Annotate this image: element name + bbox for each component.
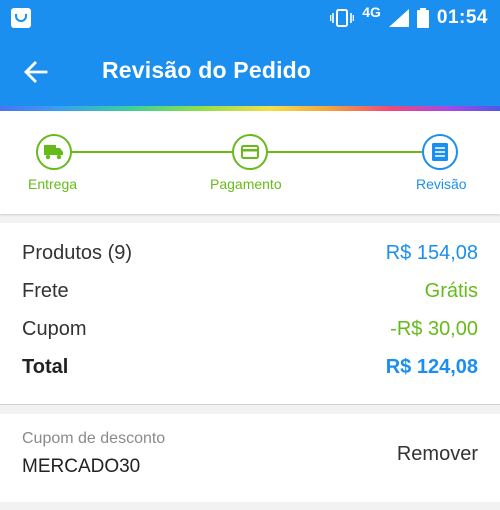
- step-label-entrega: Entrega: [28, 176, 78, 192]
- summary-value: R$ 154,08: [385, 241, 478, 264]
- app-bar: Revisão do Pedido: [0, 36, 500, 106]
- step-entrega[interactable]: [36, 134, 72, 170]
- summary-label: Frete: [22, 279, 69, 302]
- truck-icon: [44, 145, 63, 160]
- summary-value: Grátis: [424, 279, 478, 302]
- shopping-bag-icon: [11, 8, 31, 28]
- order-summary: Produtos (9) R$ 154,08 Frete Grátis Cupo…: [0, 223, 500, 405]
- remove-coupon-button[interactable]: Remover: [397, 443, 478, 466]
- status-time: 01:54: [436, 7, 488, 28]
- summary-row-cupom: Cupom -R$ 30,00: [22, 314, 478, 344]
- arrow-left-icon: [24, 61, 48, 83]
- status-bar: 4G 01:54: [0, 0, 500, 36]
- step-label-pagamento: Pagamento: [210, 176, 282, 192]
- checkout-stepper: Entrega Pagamento Revisão: [0, 111, 500, 214]
- summary-value: R$ 124,08: [385, 355, 478, 378]
- battery-icon: [416, 8, 429, 28]
- back-button[interactable]: [18, 54, 54, 90]
- summary-label: Produtos (9): [22, 241, 133, 264]
- list-icon: [432, 143, 448, 161]
- coupon-code: MERCADO30: [22, 456, 141, 477]
- summary-row-frete: Frete Grátis: [22, 276, 478, 306]
- step-revisao[interactable]: [422, 134, 458, 170]
- step-connector: [72, 151, 232, 153]
- network-type: 4G: [362, 4, 381, 20]
- summary-row-produtos: Produtos (9) R$ 154,08: [22, 238, 478, 268]
- signal-icon: [388, 9, 409, 27]
- step-connector: [268, 151, 422, 153]
- coupon-section: Cupom de desconto MERCADO30 Remover: [0, 414, 500, 502]
- summary-label: Total: [22, 355, 69, 378]
- page-title: Revisão do Pedido: [102, 57, 312, 83]
- summary-label: Cupom: [22, 317, 87, 340]
- step-pagamento[interactable]: [232, 134, 268, 170]
- summary-value: -R$ 30,00: [390, 317, 478, 340]
- summary-row-total: Total R$ 124,08: [22, 352, 478, 382]
- step-label-revisao: Revisão: [416, 176, 467, 192]
- vibrate-icon: [330, 9, 355, 27]
- card-icon: [241, 145, 259, 159]
- coupon-label: Cupom de desconto: [22, 430, 166, 447]
